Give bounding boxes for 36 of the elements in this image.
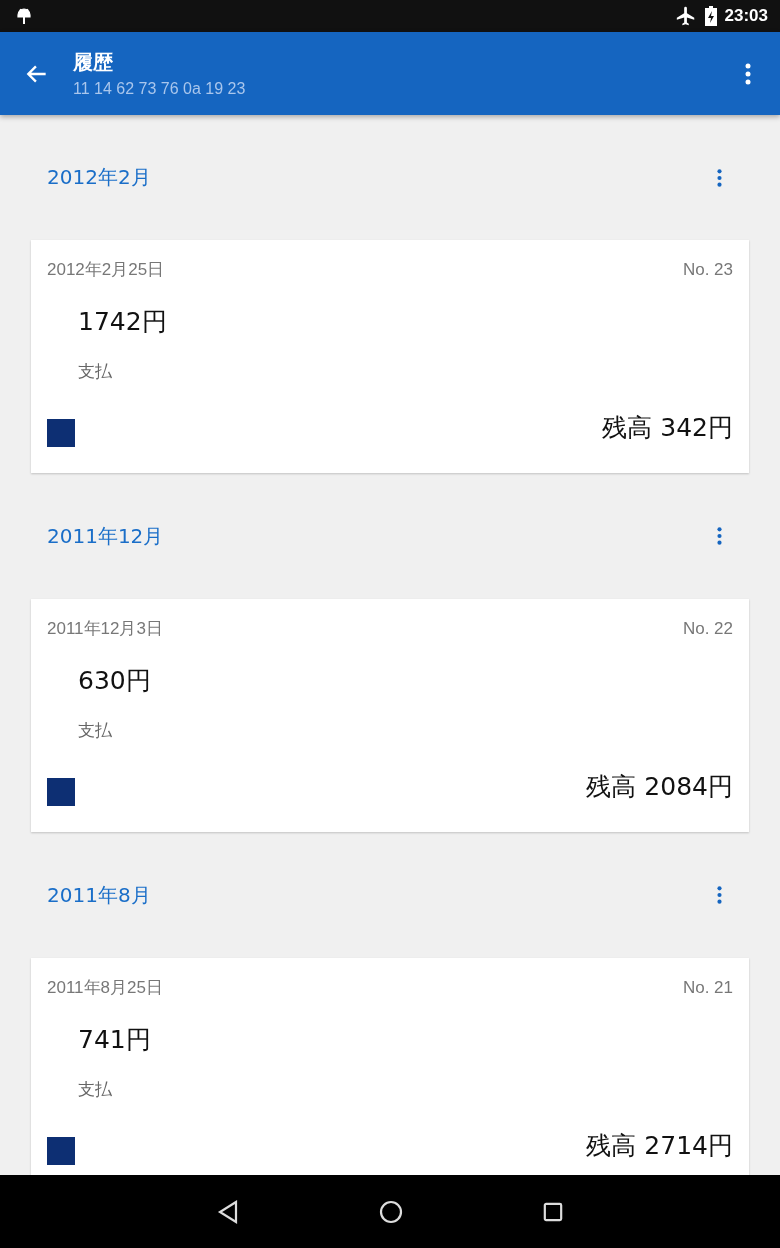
home-icon[interactable] bbox=[379, 1199, 403, 1224]
month-header: 2011年8月 bbox=[47, 881, 151, 909]
more-icon[interactable] bbox=[716, 885, 722, 905]
entry-date: 2011年8月25日 bbox=[47, 977, 163, 999]
entry-number: No. 21 bbox=[682, 977, 733, 998]
back-icon[interactable] bbox=[217, 1199, 239, 1224]
history-card[interactable]: 2011年12月3日 No. 22 630円 支払 残高 2084円 bbox=[31, 599, 749, 832]
entry-balance: 残高 2084円 bbox=[586, 770, 733, 803]
card-id: 11 14 62 73 76 0a 19 23 bbox=[73, 80, 247, 98]
entry-number: No. 22 bbox=[682, 618, 733, 639]
more-icon[interactable] bbox=[745, 62, 751, 85]
history-card[interactable]: 2011年8月25日 No. 21 741円 支払 残高 2714円 bbox=[31, 958, 749, 1175]
entry-amount: 1742円 bbox=[78, 306, 167, 338]
square-icon bbox=[47, 1137, 75, 1165]
entry-balance: 残高 2714円 bbox=[586, 1129, 733, 1162]
square-icon bbox=[47, 778, 75, 806]
entry-type: 支払 bbox=[78, 360, 112, 383]
more-icon[interactable] bbox=[716, 167, 722, 188]
entry-date: 2012年2月25日 bbox=[47, 259, 165, 281]
screen-title: 履歴 bbox=[73, 49, 114, 76]
entry-amount: 741円 bbox=[78, 1024, 151, 1056]
entry-date: 2011年12月3日 bbox=[47, 618, 163, 640]
recents-icon[interactable] bbox=[543, 1201, 563, 1222]
entry-number: No. 23 bbox=[682, 259, 733, 280]
status-time: 23:03 bbox=[724, 6, 768, 26]
airplane-icon bbox=[674, 5, 697, 27]
more-icon[interactable] bbox=[716, 526, 722, 546]
month-header: 2012年2月 bbox=[47, 164, 151, 191]
history-card[interactable]: 2012年2月25日 No. 23 1742円 支払 残高 342円 bbox=[31, 240, 749, 473]
entry-type: 支払 bbox=[78, 719, 112, 742]
entry-type: 支払 bbox=[78, 1078, 112, 1101]
square-icon bbox=[47, 419, 75, 447]
entry-amount: 630円 bbox=[78, 665, 151, 697]
battery-icon bbox=[704, 6, 717, 26]
entry-balance: 残高 342円 bbox=[602, 411, 733, 444]
month-header: 2011年12月 bbox=[47, 522, 164, 550]
